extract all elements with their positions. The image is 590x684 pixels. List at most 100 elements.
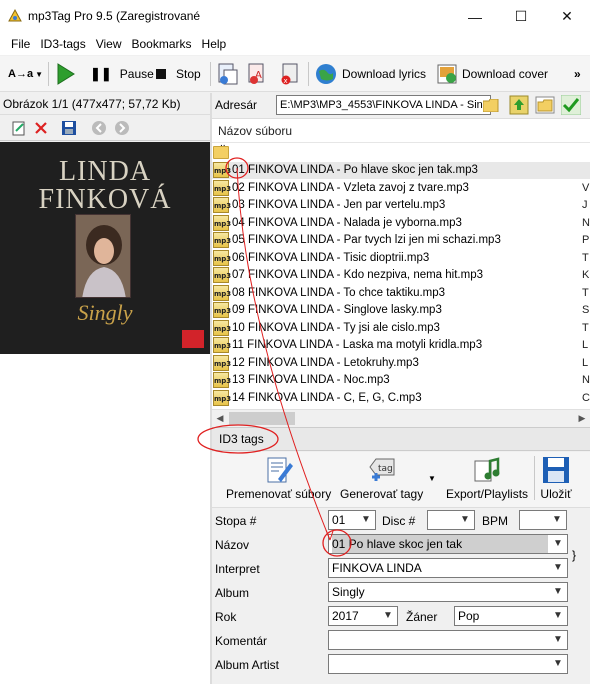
file-row[interactable]: mp3 10 FINKOVA LINDA - Ty jsi ale cislo.m… bbox=[212, 319, 590, 337]
edit-image-button[interactable] bbox=[10, 119, 28, 137]
genre-combo[interactable]: Pop ▼ bbox=[454, 606, 568, 626]
mp3-file-icon: mp3 bbox=[213, 284, 231, 301]
disc-combo[interactable]: ▼ bbox=[427, 510, 475, 530]
save-icon bbox=[62, 121, 76, 135]
title-combo[interactable]: 01 Po hlave skoc jen tak ▼ bbox=[328, 534, 568, 554]
track-value: 01 bbox=[332, 513, 346, 527]
minimize-button[interactable]: — bbox=[452, 0, 498, 33]
export-playlists-button[interactable]: Export/Playlists bbox=[446, 454, 528, 501]
tag-tool-2-button[interactable]: A bbox=[246, 56, 270, 92]
menu-file[interactable]: File bbox=[6, 33, 35, 55]
parent-folder-button[interactable] bbox=[508, 94, 530, 116]
file-row[interactable]: mp3 14 FINKOVA LINDA - C, E, G, C.mp3 C bbox=[212, 389, 590, 407]
rename-files-label: Premenovať súbory bbox=[226, 487, 332, 501]
menu-id3-tags[interactable]: ID3-tags bbox=[35, 33, 90, 55]
mp3-file-icon: mp3 bbox=[213, 354, 231, 371]
tag-tool-3-button[interactable]: x bbox=[278, 56, 302, 92]
file-row[interactable]: mp3 13 FINKOVA LINDA - Noc.mp3 N bbox=[212, 372, 590, 390]
chevron-down-icon: ▼ bbox=[460, 514, 470, 525]
field-group-brace: } bbox=[572, 548, 577, 562]
apply-button[interactable] bbox=[560, 94, 582, 116]
year-combo[interactable]: 2017 ▼ bbox=[328, 606, 398, 626]
menu-bookmarks[interactable]: Bookmarks bbox=[127, 33, 197, 55]
case-convert-button[interactable]: A→a ▼ bbox=[8, 56, 43, 92]
globe-icon bbox=[316, 64, 336, 84]
file-next-column: T bbox=[582, 251, 589, 264]
file-next-column: V bbox=[582, 181, 590, 194]
mp3-file-icon: mp3 bbox=[213, 214, 231, 231]
download-cover-button[interactable]: Download cover bbox=[436, 56, 548, 92]
browse-folder-button[interactable] bbox=[480, 94, 502, 116]
album-combo[interactable]: Singly ▼ bbox=[328, 582, 568, 602]
comment-combo[interactable]: ▼ bbox=[328, 630, 568, 650]
rename-icon bbox=[263, 454, 295, 486]
album-artist-combo[interactable]: ▼ bbox=[328, 654, 568, 674]
delete-image-button[interactable] bbox=[32, 119, 50, 137]
previous-image-button[interactable] bbox=[90, 119, 108, 137]
close-icon: ✕ bbox=[561, 8, 573, 24]
save-image-button[interactable] bbox=[60, 119, 78, 137]
next-image-button[interactable] bbox=[113, 119, 131, 137]
generate-tags-button[interactable]: tag Generovať tagy bbox=[340, 454, 423, 501]
mp3-file-icon: mp3 bbox=[213, 389, 231, 406]
file-row[interactable]: mp3 04 FINKOVA LINDA - Nalada je vyborna.… bbox=[212, 214, 590, 232]
file-row[interactable]: mp3 01 FINKOVA LINDA - Po hlave skoc jen … bbox=[212, 161, 590, 179]
close-button[interactable]: ✕ bbox=[544, 0, 590, 33]
track-combo[interactable]: 01 ▼ bbox=[328, 510, 376, 530]
mp3-file-icon: mp3 bbox=[213, 372, 231, 389]
artist-combo[interactable]: FINKOVA LINDA ▼ bbox=[328, 558, 568, 578]
file-next-column: J bbox=[582, 199, 588, 212]
svg-text:x: x bbox=[284, 77, 288, 85]
chevron-down-icon[interactable]: ▼ bbox=[428, 474, 436, 483]
file-row[interactable]: mp3 02 FINKOVA LINDA - Vzleta zavoj z tva… bbox=[212, 179, 590, 197]
scrollbar-thumb[interactable] bbox=[229, 412, 295, 425]
tag-remove-icon: x bbox=[281, 63, 298, 85]
address-input[interactable]: E:\MP3\MP3_4553\FINKOVA LINDA - Sing bbox=[276, 95, 491, 115]
filename-column-header[interactable]: Názov súboru bbox=[212, 119, 590, 143]
file-name: 09 FINKOVA LINDA - Singlove lasky.mp3 bbox=[232, 304, 442, 317]
toolbar-overflow-button[interactable]: » bbox=[574, 56, 581, 92]
pause-button[interactable]: ❚❚ Pause bbox=[90, 56, 154, 92]
label-logo: supraphon bbox=[182, 330, 204, 348]
tag-tool-1-button[interactable] bbox=[216, 56, 240, 92]
file-row[interactable]: mp3 05 FINKOVA LINDA - Par tvych lzi jen … bbox=[212, 232, 590, 250]
maximize-button[interactable]: ☐ bbox=[498, 0, 544, 33]
bpm-combo[interactable]: ▼ bbox=[519, 510, 567, 530]
horizontal-scrollbar[interactable]: ◀ ▶ bbox=[212, 409, 590, 426]
file-name: 12 FINKOVA LINDA - Letokruhy.mp3 bbox=[232, 356, 419, 369]
mp3-file-icon: mp3 bbox=[213, 162, 231, 179]
file-list: Názov súboru .. mp3 01 FINKOVA LINDA - Po… bbox=[212, 118, 590, 426]
scroll-left-icon[interactable]: ◀ bbox=[212, 411, 228, 426]
file-row[interactable]: mp3 08 FINKOVA LINDA - To chce taktiku.mp… bbox=[212, 284, 590, 302]
menu-view[interactable]: View bbox=[91, 33, 127, 55]
toolbar-separator bbox=[308, 62, 309, 86]
stop-button[interactable]: Stop bbox=[156, 56, 201, 92]
id3-tags-header[interactable]: ID3 tags bbox=[212, 427, 590, 451]
save-tags-button[interactable]: Uložiť bbox=[540, 454, 572, 501]
album-value: Singly bbox=[332, 585, 365, 599]
download-lyrics-button[interactable]: Download lyrics bbox=[315, 56, 426, 92]
mp3-file-icon: mp3 bbox=[213, 302, 231, 319]
file-row[interactable]: mp3 09 FINKOVA LINDA - Singlove lasky.mp3… bbox=[212, 302, 590, 320]
play-icon bbox=[57, 63, 75, 85]
file-row[interactable]: mp3 06 FINKOVA LINDA - Tisic dioptrii.mp3… bbox=[212, 249, 590, 267]
toolbar-separator bbox=[48, 62, 49, 86]
file-row[interactable]: mp3 12 FINKOVA LINDA - Letokruhy.mp3 L bbox=[212, 354, 590, 372]
parent-folder-row[interactable]: .. bbox=[212, 138, 590, 162]
file-row[interactable]: mp3 07 FINKOVA LINDA - Kdo nezpiva, nema … bbox=[212, 267, 590, 285]
chevron-down-icon: ▼ bbox=[361, 514, 371, 525]
file-name: 13 FINKOVA LINDA - Noc.mp3 bbox=[232, 374, 390, 387]
genre-value: Pop bbox=[458, 609, 480, 623]
open-folder-button[interactable] bbox=[534, 94, 556, 116]
chevron-down-icon: ▼ bbox=[553, 538, 563, 549]
scroll-right-icon[interactable]: ▶ bbox=[574, 411, 590, 426]
image-toolbar bbox=[0, 115, 210, 141]
file-next-column: N bbox=[582, 374, 590, 387]
play-button[interactable] bbox=[54, 56, 76, 92]
chevron-down-icon: ▼ bbox=[35, 69, 43, 79]
menu-help[interactable]: Help bbox=[197, 33, 232, 55]
file-row[interactable]: mp3 03 FINKOVA LINDA - Jen par vertelu.mp… bbox=[212, 197, 590, 215]
file-row[interactable]: mp3 11 FINKOVA LINDA - Laska ma motyli kr… bbox=[212, 337, 590, 355]
rename-files-button[interactable]: Premenovať súbory bbox=[226, 454, 331, 501]
title-bar: mp3Tag Pro 9.5 (Zaregistrované — ☐ ✕ bbox=[0, 0, 590, 33]
